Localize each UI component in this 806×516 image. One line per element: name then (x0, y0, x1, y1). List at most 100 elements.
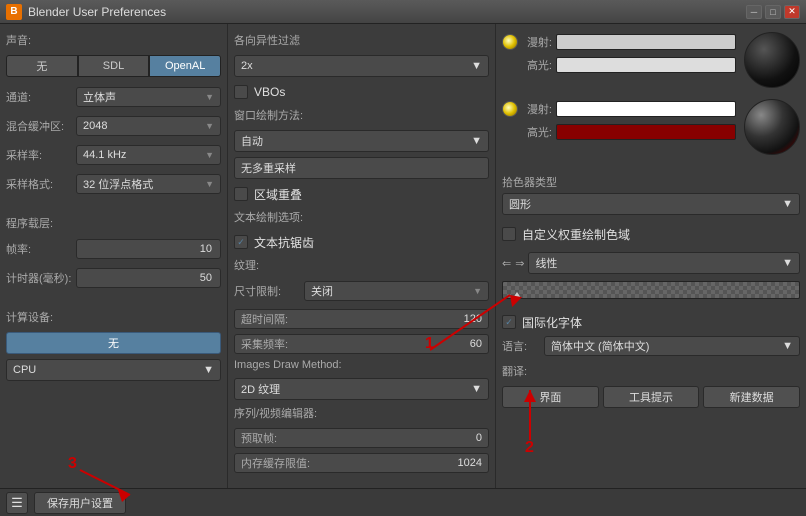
collect-rate-field[interactable]: 采集频率: 60 (234, 334, 489, 354)
collect-rate-value: 60 (470, 338, 482, 350)
images-draw-dropdown[interactable]: 2D 纹理 ▼ (234, 378, 489, 400)
audio-sdl-btn[interactable]: SDL (78, 55, 150, 77)
intl-font-checkbox[interactable] (502, 315, 516, 329)
texture-section-label: 纹理: (234, 257, 489, 273)
audio-openal-btn[interactable]: OpenAL (149, 55, 221, 77)
audio-none-btn[interactable]: 无 (6, 55, 78, 77)
images-draw-section-label: Images Draw Method: (234, 359, 489, 371)
picker-type-label: 拾色器类型 (502, 174, 800, 190)
aniso-dropdown[interactable]: 2x ▼ (234, 55, 489, 77)
window-draw-arrow: ▼ (471, 135, 482, 147)
audio-section-label: 声音: (6, 32, 221, 48)
audio-button-group: 无 SDL OpenAL (6, 55, 221, 77)
specular-swatch-2[interactable] (556, 124, 736, 140)
images-draw-arrow: ▼ (471, 383, 482, 395)
sample-rate-arrow: ▼ (205, 150, 214, 160)
new-data-btn[interactable]: 新建数据 (703, 386, 800, 408)
bottom-bar: ☰ 保存用户设置 (0, 488, 806, 516)
left-panel: 声音: 无 SDL OpenAL 通道: 立体声 ▼ 混合缓冲区: 2048 ▼… (0, 24, 228, 488)
channel-dropdown[interactable]: 立体声 ▼ (76, 87, 221, 107)
timeout-field[interactable]: 超时间隔: 120 (234, 309, 489, 329)
titlebar: B Blender User Preferences ─ □ ✕ (0, 0, 806, 24)
diffuse-swatch-1[interactable] (556, 34, 736, 50)
lang-dropdown[interactable]: 简体中文 (简体中文) ▼ (544, 336, 800, 356)
size-limit-dropdown[interactable]: 关闭 ▼ (304, 281, 489, 301)
translate-label: 翻译: (502, 363, 538, 379)
text-antialias-label: 文本抗锯齿 (254, 234, 314, 251)
vbos-row: VBOs (234, 82, 489, 102)
translate-row: 翻译: (502, 360, 800, 382)
sample-format-label: 采样格式: (6, 176, 76, 192)
intl-section: 国际化字体 语言: 简体中文 (简体中文) ▼ 翻译: 界面 工具提示 (502, 312, 800, 408)
separator-1 (6, 202, 221, 210)
specular-row-1: 高光: (502, 55, 736, 75)
picker-type-arrow: ▼ (782, 198, 793, 210)
main-content: 声音: 无 SDL OpenAL 通道: 立体声 ▼ 混合缓冲区: 2048 ▼… (0, 24, 806, 488)
save-user-settings-btn[interactable]: 保存用户设置 (34, 492, 126, 514)
gradient-arrow-left: ⇐ (502, 257, 511, 270)
custom-weight-label: 自定义权重绘制色域 (522, 226, 630, 243)
sample-rate-label: 采样率: (6, 147, 76, 163)
timer-row: 计时器(毫秒): 50 (6, 267, 221, 289)
right-panel: 漫射: 高光: 漫射: (496, 24, 806, 488)
compute-none-button[interactable]: 无 (6, 332, 221, 354)
timer-field[interactable]: 50 (76, 268, 221, 288)
bottom-icon-btn[interactable]: ☰ (6, 492, 28, 514)
specular-row-2: 高光: (502, 122, 736, 142)
sample-format-arrow: ▼ (205, 179, 214, 189)
specular-label-2: 高光: (522, 124, 552, 140)
gradient-mode-dropdown[interactable]: 线性 ▼ (528, 252, 800, 274)
custom-weight-checkbox[interactable] (502, 227, 516, 241)
maximize-button[interactable]: □ (765, 5, 781, 19)
app-icon: B (6, 4, 22, 20)
diffuse-row-2: 漫射: (502, 99, 736, 119)
window-draw-dropdown[interactable]: 自动 ▼ (234, 130, 489, 152)
translate-action-buttons: 界面 工具提示 新建数据 (502, 386, 800, 408)
sample-rate-row: 采样率: 44.1 kHz ▼ (6, 144, 221, 166)
intl-font-label: 国际化字体 (522, 314, 582, 331)
multisample-dropdown[interactable]: 无多重采样 (234, 157, 489, 179)
lang-arrow: ▼ (782, 340, 793, 352)
mix-buffer-row: 混合缓冲区: 2048 ▼ (6, 115, 221, 137)
picker-type-section: 拾色器类型 圆形 ▼ (502, 174, 800, 215)
diffuse-label-2: 漫射: (522, 101, 552, 117)
timeout-value: 120 (464, 313, 482, 325)
seq-video-label: 序列/视频编辑器: (234, 405, 489, 421)
sphere-preview-1 (744, 32, 800, 88)
gradient-preview[interactable] (502, 281, 800, 299)
sample-format-dropdown[interactable]: 32 位浮点格式 ▼ (76, 174, 221, 194)
gradient-mode-arrow: ▼ (782, 257, 793, 269)
vbos-label: VBOs (254, 85, 285, 99)
picker-type-dropdown[interactable]: 圆形 ▼ (502, 193, 800, 215)
compute-device-section-label: 计算设备: (6, 309, 221, 325)
interface-btn[interactable]: 界面 (502, 386, 599, 408)
region-overlap-checkbox[interactable] (234, 187, 248, 201)
mix-buffer-arrow: ▼ (205, 121, 214, 131)
custom-weight-row: 自定义权重绘制色域 (502, 224, 800, 244)
prefetch-field[interactable]: 预取帧: 0 (234, 428, 489, 448)
minimize-button[interactable]: ─ (746, 5, 762, 19)
size-limit-row: 尺寸限制: 关闭 ▼ (234, 280, 489, 302)
program-layers-label: 程序载层: (6, 215, 221, 231)
timeout-label: 超时间隔: (241, 311, 288, 327)
diffuse-label-1: 漫射: (522, 34, 552, 50)
specular-swatch-1[interactable] (556, 57, 736, 73)
mem-cache-field[interactable]: 内存缓存限值: 1024 (234, 453, 489, 473)
region-overlap-label: 区域重叠 (254, 186, 302, 203)
sample-rate-dropdown[interactable]: 44.1 kHz ▼ (76, 145, 221, 165)
vbos-checkbox[interactable] (234, 85, 248, 99)
region-overlap-row: 区域重叠 (234, 184, 489, 204)
tooltip-btn[interactable]: 工具提示 (603, 386, 700, 408)
close-button[interactable]: ✕ (784, 5, 800, 19)
text-antialias-checkbox[interactable] (234, 235, 248, 249)
diffuse-swatch-2[interactable] (556, 101, 736, 117)
prefetch-value: 0 (476, 432, 482, 444)
frame-rate-field[interactable]: 10 (76, 239, 221, 259)
sample-format-row: 采样格式: 32 位浮点格式 ▼ (6, 173, 221, 195)
mix-buffer-field[interactable]: 2048 ▼ (76, 116, 221, 136)
text-draw-label: 文本绘制选项: (234, 209, 489, 225)
mix-buffer-label: 混合缓冲区: (6, 118, 76, 134)
separator-2 (6, 296, 221, 304)
prefetch-label: 预取帧: (241, 430, 277, 446)
cpu-dropdown[interactable]: CPU ▼ (6, 359, 221, 381)
